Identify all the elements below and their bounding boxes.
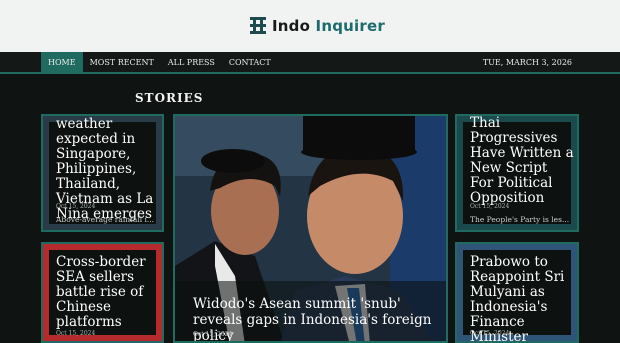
story-date: Oct 15, 2024 (470, 203, 510, 210)
nav-item-most-recent[interactable]: MOST RECENT (83, 52, 161, 74)
building-icon (250, 17, 266, 35)
story-date: Oct 15, 2024 (56, 330, 96, 337)
site-name-part1: Indo (272, 17, 311, 35)
story-excerpt: Above-average rainfall i... (56, 215, 155, 224)
story-date: Oct 15, 2024 (56, 203, 96, 210)
site-logo[interactable]: Indo Inquirer (250, 15, 385, 37)
story-card[interactable]: Prabowo to Reappoint Sri Mulyani as Indo… (455, 242, 579, 343)
site-name: Indo Inquirer (272, 17, 385, 35)
story-card[interactable]: Wetter weather expected in Singapore, Ph… (41, 114, 164, 232)
main-nav: HOME MOST RECENT ALL PRESS CONTACT TUE, … (0, 52, 620, 74)
current-date: TUE, MARCH 3, 2026 (482, 58, 572, 67)
story-excerpt: The People's Party is les... (470, 215, 570, 224)
nav-item-all-press[interactable]: ALL PRESS (161, 52, 222, 74)
section-title: STORIES (135, 91, 204, 105)
nav-item-contact[interactable]: CONTACT (222, 52, 278, 74)
nav-item-home[interactable]: HOME (41, 52, 83, 74)
site-header: Indo Inquirer (0, 0, 620, 52)
hero-date: Oct 15, 2024 (193, 331, 233, 338)
story-date: Oct 15, 2024 (470, 330, 510, 337)
story-card[interactable]: Cross-border SEA sellers battle rise of … (41, 242, 164, 343)
story-title[interactable]: Cross-border SEA sellers battle rise of … (56, 255, 160, 330)
story-card[interactable]: Thai Progressives Have Written a New Scr… (455, 114, 579, 232)
nav-menu: HOME MOST RECENT ALL PRESS CONTACT (41, 52, 278, 74)
site-name-part2: Inquirer (315, 17, 385, 35)
story-title[interactable]: Thai Progressives Have Written a New Scr… (470, 116, 574, 206)
featured-story[interactable]: Widodo's Asean summit 'snub' reveals gap… (173, 114, 448, 343)
